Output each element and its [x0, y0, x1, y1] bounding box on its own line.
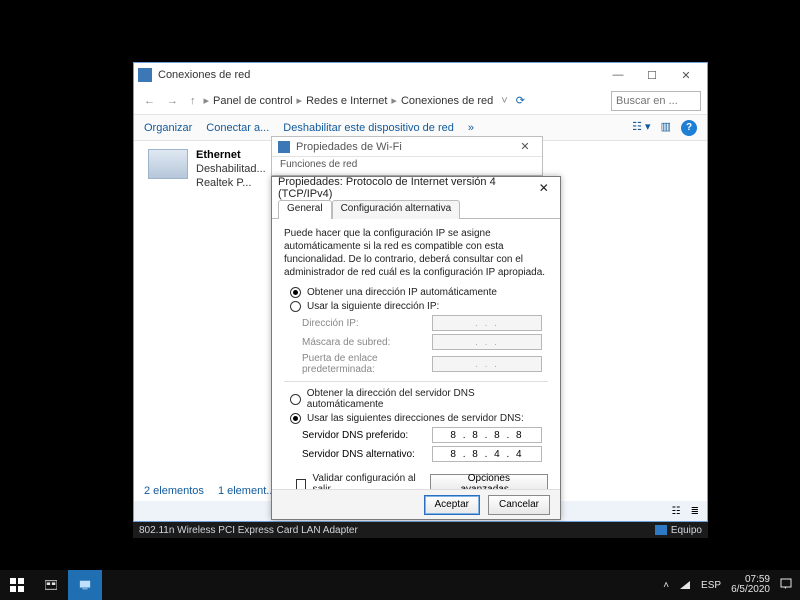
lbl-mask: Máscara de subred: — [302, 337, 432, 348]
tray-notifications-icon[interactable] — [780, 578, 792, 593]
close-button[interactable]: ✕ — [669, 64, 703, 86]
checkbox-icon — [296, 479, 306, 490]
wifi-properties-window: Propiedades de Wi-Fi ✕ Funciones de red — [271, 136, 543, 176]
radio-ip-auto[interactable]: Obtener una dirección IP automáticamente — [290, 287, 548, 298]
wifi-close-button[interactable]: ✕ — [514, 140, 536, 153]
lbl-gw: Puerta de enlace predeterminada: — [302, 353, 432, 375]
toolbar-organize[interactable]: Organizar — [144, 122, 192, 134]
taskbar: ˄ ESP 07:59 6/5/2020 — [0, 570, 800, 600]
input-mask: . . . — [432, 334, 542, 350]
view-large-icon[interactable]: ☷ — [672, 506, 681, 517]
window-icon — [138, 68, 152, 82]
adapter-name: Ethernet — [196, 149, 241, 161]
lbl-dns-pref: Servidor DNS preferido: — [302, 430, 432, 441]
radio-ip-manual[interactable]: Usar la siguiente dirección IP: — [290, 301, 548, 312]
nav-up-icon[interactable]: ↑ — [186, 95, 200, 107]
toolbar-connect[interactable]: Conectar a... — [206, 122, 269, 134]
lbl-dns-alt: Servidor DNS alternativo: — [302, 449, 432, 460]
dlg-description: Puede hacer que la configuración IP se a… — [284, 227, 548, 279]
taskview-button[interactable] — [34, 570, 68, 600]
tray-chevron-icon[interactable]: ˄ — [663, 580, 669, 591]
input-ip: . . . — [432, 315, 542, 331]
dlg-titlebar[interactable]: Propiedades: Protocolo de Internet versi… — [272, 177, 560, 199]
view-details-icon[interactable]: ≣ — [691, 506, 699, 517]
device-name-text: 802.11n Wireless PCI Express Card LAN Ad… — [139, 525, 358, 536]
crumb-1[interactable]: Redes e Internet — [306, 95, 387, 107]
radio-icon — [290, 413, 301, 424]
breadcrumb-bar: ← → ↑ ▸ Panel de control ▸ Redes e Inter… — [134, 87, 707, 115]
nav-back-icon[interactable]: ← — [140, 95, 159, 107]
ipv4-properties-dialog: Propiedades: Protocolo de Internet versi… — [271, 176, 561, 520]
start-button[interactable] — [0, 570, 34, 600]
dlg-title-text: Propiedades: Protocolo de Internet versi… — [278, 176, 534, 200]
cp-titlebar[interactable]: Conexiones de red — ☐ ✕ — [134, 63, 707, 87]
nav-fwd-icon[interactable]: → — [163, 95, 182, 107]
tray-clock[interactable]: 07:59 6/5/2020 — [731, 575, 770, 596]
status-count: 2 elementos — [144, 485, 204, 497]
tray-lang[interactable]: ESP — [701, 580, 721, 591]
toolbar-more[interactable]: » — [468, 122, 474, 134]
maximize-button[interactable]: ☐ — [635, 64, 669, 86]
minimize-button[interactable]: — — [601, 64, 635, 86]
device-name-strip: 802.11n Wireless PCI Express Card LAN Ad… — [133, 522, 708, 538]
status-selected: 1 element... — [218, 485, 275, 497]
input-dns-preferred[interactable]: 8 . 8 . 8 . 8 — [432, 427, 542, 443]
wifi-subtitle: Funciones de red — [272, 157, 542, 172]
ok-button[interactable]: Aceptar — [424, 495, 480, 515]
taskbar-app-network[interactable] — [68, 570, 102, 600]
refresh-icon[interactable]: ⟳ — [512, 94, 529, 107]
crumb-0[interactable]: Panel de control — [213, 95, 293, 107]
adapter-status: Deshabilitad... — [196, 163, 266, 177]
equipo-icon — [655, 525, 667, 535]
wifi-window-icon — [278, 141, 290, 153]
dlg-button-row: Aceptar Cancelar — [272, 489, 560, 519]
dlg-close-button[interactable]: ✕ — [534, 181, 554, 195]
pane-icon[interactable]: ▥ — [661, 120, 671, 136]
radio-icon — [290, 301, 301, 312]
dlg-tabs: General Configuración alternativa — [272, 199, 560, 219]
search-input[interactable] — [611, 91, 701, 111]
tray-date: 6/5/2020 — [731, 585, 770, 596]
equipo-label: Equipo — [671, 525, 702, 536]
radio-icon — [290, 287, 301, 298]
radio-dns-auto[interactable]: Obtener la dirección del servidor DNS au… — [290, 388, 548, 410]
toolbar-disable[interactable]: Deshabilitar este dispositivo de red — [283, 122, 454, 134]
radio-dns-manual[interactable]: Usar las siguientes direcciones de servi… — [290, 413, 548, 424]
crumb-2[interactable]: Conexiones de red — [401, 95, 493, 107]
tray-network-icon[interactable] — [679, 578, 691, 593]
tab-general[interactable]: General — [278, 200, 332, 219]
adapter-device: Realtek P... — [196, 177, 266, 191]
cancel-button[interactable]: Cancelar — [488, 495, 550, 515]
help-icon[interactable]: ? — [681, 120, 697, 136]
window-title: Conexiones de red — [158, 69, 250, 81]
tab-alt-config[interactable]: Configuración alternativa — [332, 200, 461, 219]
wifi-title: Propiedades de Wi-Fi — [296, 141, 402, 153]
radio-icon — [290, 394, 301, 405]
input-gateway: . . . — [432, 356, 542, 372]
input-dns-alternate[interactable]: 8 . 8 . 4 . 4 — [432, 446, 542, 462]
adapter-icon — [148, 149, 188, 179]
view-icon[interactable]: ☷ ▾ — [632, 120, 650, 136]
lbl-ip: Dirección IP: — [302, 318, 432, 329]
